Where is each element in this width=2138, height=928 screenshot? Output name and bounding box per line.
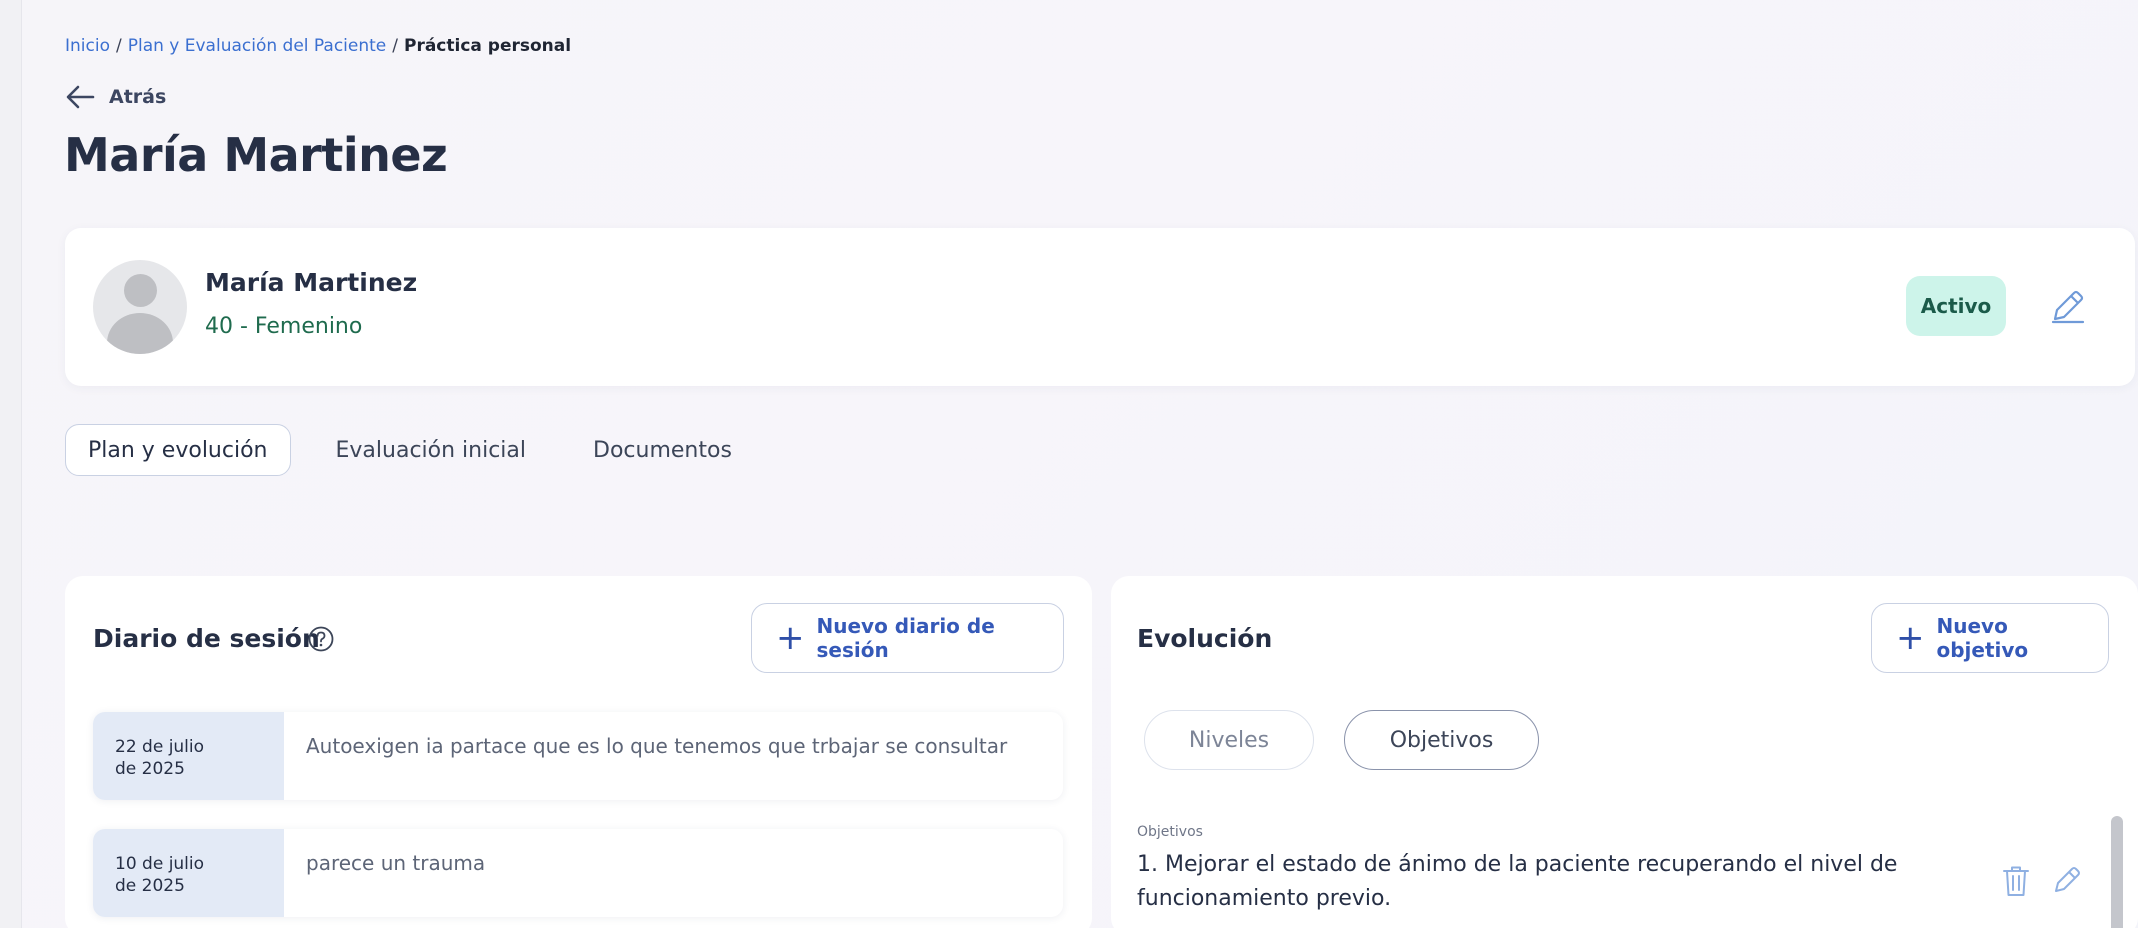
objectives-label: Objetivos: [1137, 824, 1203, 840]
status-badge: Activo: [1906, 276, 2006, 336]
new-session-diary-button[interactable]: + Nuevo diario de sesión: [751, 603, 1064, 673]
breadcrumb-separator: /: [115, 36, 122, 56]
sidebar-edge: [0, 0, 22, 928]
back-link[interactable]: Atrás: [65, 84, 166, 110]
scrollbar[interactable]: [2111, 816, 2123, 928]
session-entry-date-line: de 2025: [115, 759, 185, 779]
session-entry-text: parece un trauma: [306, 851, 486, 875]
breadcrumb-current: Práctica personal: [403, 36, 572, 56]
session-diary-title: Diario de sesión: [93, 624, 320, 653]
tab-evaluacion-inicial[interactable]: Evaluación inicial: [314, 424, 549, 476]
patient-age-gender: 40 - Femenino: [205, 314, 363, 339]
trash-icon[interactable]: [2001, 864, 2031, 898]
edit-pencil-icon[interactable]: [2051, 864, 2083, 896]
patient-name: María Martinez: [205, 268, 418, 297]
tab-bar: Plan y evolución Evaluación inicial Docu…: [65, 424, 777, 476]
edit-pencil-icon[interactable]: [2048, 286, 2088, 326]
page-title: María Martinez: [64, 128, 448, 182]
new-objective-label: Nuevo objetivo: [1936, 614, 2029, 662]
session-entry-date-line: 22 de julio: [115, 737, 205, 757]
session-entry-date: 10 de julio de 2025: [93, 829, 284, 917]
session-entry-date-line: 10 de julio: [115, 854, 205, 874]
breadcrumb-home-link[interactable]: Inicio: [65, 36, 110, 56]
evolution-panel: Evolución + Nuevo objetivo Niveles Objet…: [1111, 576, 2138, 928]
tab-plan-evolucion[interactable]: Plan y evolución: [65, 424, 291, 476]
new-objective-button[interactable]: + Nuevo objetivo: [1871, 603, 2109, 673]
back-label: Atrás: [109, 86, 167, 108]
objective-text: 1. Mejorar el estado de ánimo de la paci…: [1137, 852, 1898, 911]
patient-card: María Martinez 40 - Femenino Activo: [65, 228, 2135, 386]
breadcrumb: Inicio / Plan y Evaluación del Paciente …: [65, 36, 571, 56]
session-entry-date-line: de 2025: [115, 876, 185, 896]
breadcrumb-separator: /: [392, 36, 398, 56]
plus-icon: +: [1896, 618, 1925, 658]
avatar: [93, 260, 187, 354]
breadcrumb-section-link[interactable]: Plan y Evaluación del Paciente: [128, 36, 387, 56]
segment-objetivos[interactable]: Objetivos: [1344, 710, 1539, 770]
plus-icon: +: [776, 618, 805, 658]
tab-documentos[interactable]: Documentos: [571, 424, 754, 476]
help-icon[interactable]: [307, 625, 335, 653]
session-entry[interactable]: 22 de julio de 2025 Autoexigen ia partac…: [93, 712, 1063, 800]
session-entry-date: 22 de julio de 2025: [93, 712, 284, 800]
arrow-left-icon: [66, 85, 95, 109]
session-entry-text: Autoexigen ia partace que es lo que tene…: [306, 734, 1008, 758]
evolution-title: Evolución: [1137, 624, 1273, 653]
session-diary-panel: Diario de sesión + Nuevo diario de sesió…: [65, 576, 1092, 928]
segment-niveles[interactable]: Niveles: [1144, 710, 1314, 770]
session-entry[interactable]: 10 de julio de 2025 parece un trauma: [93, 829, 1063, 917]
new-session-diary-label: Nuevo diario de sesión: [816, 614, 995, 662]
